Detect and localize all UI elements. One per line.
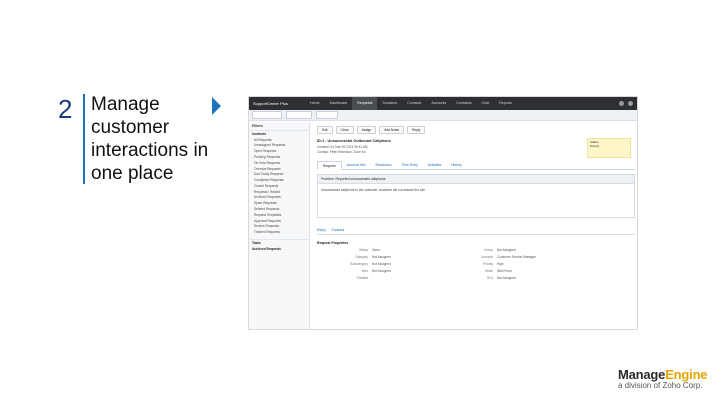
property-key: Priority — [483, 262, 493, 266]
property-value: - — [372, 276, 374, 280]
logo-name-part2: Engine — [665, 367, 708, 382]
description-body: Unsuccessful callphone to the customer, … — [321, 188, 426, 192]
forward-link[interactable]: Forward — [332, 228, 344, 232]
nav-solutions[interactable]: Solutions — [377, 97, 402, 110]
top-nav-bar: SupportCenter Plus Home Dashboard Reques… — [249, 97, 637, 110]
description-box: Problem: Reported unsuccessful callphone… — [317, 174, 635, 218]
tab-resolution[interactable]: Resolution — [371, 161, 397, 169]
tab-request[interactable]: Request — [317, 161, 342, 170]
property-value: Not Assigned — [372, 255, 391, 259]
close-button[interactable]: Close — [335, 126, 354, 134]
logo-tagline: a division of Zoho Corp. — [618, 381, 703, 390]
property-value: High — [497, 262, 504, 266]
sidebar-item[interactable]: Trashed Requests — [249, 229, 309, 235]
status-summary-box: Status Priority — [587, 138, 631, 158]
assign-button[interactable]: Assign — [356, 126, 377, 134]
nav-contracts[interactable]: Contracts — [451, 97, 476, 110]
property-key: Mode — [485, 269, 493, 273]
tab-history[interactable]: History — [446, 161, 467, 169]
manageengine-logo: ManageEngine a division of Zoho Corp. — [618, 367, 708, 390]
property-key: Subcategory — [350, 262, 368, 266]
description-header: Problem: Reported unsuccessful callphone — [318, 175, 634, 184]
search-input[interactable] — [316, 111, 338, 119]
property-value: Open — [372, 248, 380, 252]
reply-link[interactable]: Reply — [317, 228, 326, 232]
property-value: Not Assigned — [497, 276, 516, 280]
property-value: Customer Service Manager — [497, 255, 536, 259]
brand-label: SupportCenter Plus — [253, 101, 288, 106]
nav-contacts[interactable]: Contacts — [402, 97, 426, 110]
play-arrow-icon — [212, 97, 221, 115]
nav-chat[interactable]: Chat — [477, 97, 495, 110]
tab-account-info[interactable]: Account Info — [342, 161, 371, 169]
sidebar-archived[interactable]: Archived Requests — [249, 246, 309, 252]
property-key: Created — [356, 276, 368, 280]
add-notes-button[interactable]: Add Notes — [379, 126, 405, 134]
reply-button[interactable]: Reply — [407, 126, 426, 134]
priority-label: Priority — [590, 144, 600, 148]
property-key: Group — [484, 248, 493, 252]
property-key: Category — [355, 255, 368, 259]
properties-grid: Status Open Group Not Assigned Category Not A… — [317, 248, 635, 280]
filter-select[interactable] — [252, 111, 282, 119]
properties-title: Request Properties — [317, 241, 349, 245]
property-key: Status — [358, 248, 368, 252]
logo-name-part1: Manage — [618, 367, 666, 382]
request-toolbar: Edit Close Assign Add Notes Reply — [317, 122, 635, 136]
section-links: Reply Forward — [317, 228, 635, 235]
request-tabs: Request Account Info Resolution Time Ent… — [317, 161, 635, 170]
nav-reports[interactable]: Reports — [494, 97, 517, 110]
search-select[interactable] — [286, 111, 312, 119]
sidebar-header: Filters — [249, 122, 309, 131]
request-sidebar: Filters Incidents All Requests Unassigned … — [249, 122, 310, 329]
property-key: Account — [481, 255, 493, 259]
product-screenshot: SupportCenter Plus Home Dashboard Reques… — [248, 96, 638, 330]
slide-headline: Manage customer interactions in one plac… — [91, 94, 209, 184]
property-value: Not Assigned — [372, 262, 391, 266]
property-key: Item — [361, 269, 368, 273]
user-icon[interactable] — [628, 101, 633, 106]
help-icon[interactable] — [619, 101, 624, 106]
tab-time-entry[interactable]: Time Entry — [397, 161, 423, 169]
nav-dashboard[interactable]: Dashboard — [325, 97, 353, 110]
request-detail: Edit Close Assign Add Notes Reply ID:1 -… — [317, 122, 635, 329]
nav-requests[interactable]: Requests — [352, 97, 378, 110]
nav-accounts[interactable]: Accounts — [426, 97, 451, 110]
property-value: Web Form — [497, 269, 512, 273]
property-key: SLA — [486, 276, 493, 280]
edit-button[interactable]: Edit — [317, 126, 333, 134]
sub-toolbar — [249, 110, 637, 121]
nav-home[interactable]: Home — [305, 97, 325, 110]
tab-activities[interactable]: Activities — [423, 161, 446, 169]
vertical-divider — [83, 94, 85, 184]
slide-number: 2 — [58, 94, 73, 124]
property-value: Not Assigned — [497, 248, 516, 252]
property-value: Not Assigned — [372, 269, 391, 273]
